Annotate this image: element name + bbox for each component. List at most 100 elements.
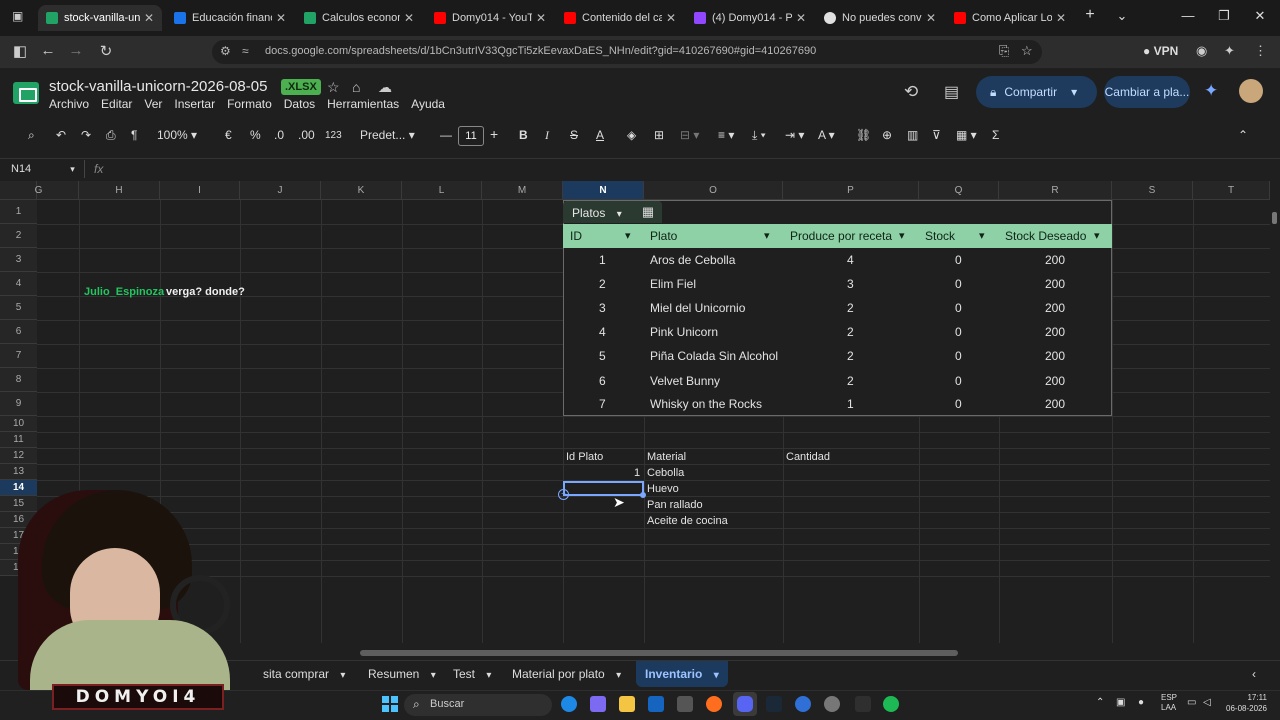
column-header[interactable]: S (1112, 181, 1193, 200)
column-menu-icon[interactable]: ▾ (899, 229, 905, 242)
row-header[interactable]: 4 (0, 272, 37, 296)
functions-icon[interactable]: Σ (992, 128, 999, 142)
table-cell[interactable]: 0 (955, 277, 962, 291)
extensions-icon[interactable]: ✦ (1224, 43, 1235, 59)
gemini-icon[interactable]: ✦ (1204, 81, 1218, 101)
firefox-icon[interactable] (706, 696, 722, 712)
paint-format-icon[interactable]: ¶ (131, 128, 137, 142)
sheet-tab-resumen[interactable]: Resumen ▾ (368, 667, 436, 681)
comments-icon[interactable]: ▤ (944, 82, 959, 102)
row-header[interactable]: 6 (0, 320, 37, 344)
microphone-icon[interactable]: ● (1138, 697, 1144, 708)
column-header-selected[interactable]: N (563, 181, 644, 200)
table-cell[interactable]: 3 (599, 301, 606, 315)
menu-editar[interactable]: Editar (101, 97, 132, 111)
table-cell[interactable]: Miel del Unicornio (650, 301, 745, 315)
profile-icon[interactable]: ◉ (1196, 43, 1207, 59)
row-header[interactable]: 7 (0, 344, 37, 368)
table-cell[interactable]: 0 (955, 325, 962, 339)
table-cell[interactable]: 7 (599, 397, 606, 411)
insert-link-icon[interactable]: ⛓ (856, 128, 871, 142)
row-header[interactable]: 12 (0, 448, 37, 464)
number-format-button[interactable]: 123 (325, 130, 342, 141)
tray-overflow-icon[interactable]: ⌃ (1096, 697, 1104, 708)
table-cell[interactable]: 200 (1045, 301, 1065, 315)
align-vertical-icon[interactable]: ⤓ ▾ (752, 128, 766, 143)
switch-plan-button[interactable]: Cambiar a pla... (1104, 76, 1190, 108)
table-cell[interactable]: 200 (1045, 349, 1065, 363)
row-drag-handle-icon[interactable]: + (558, 489, 569, 500)
decrease-decimals-button[interactable]: .0 (274, 128, 284, 142)
cell-material[interactable]: Huevo (647, 483, 679, 495)
language-indicator[interactable]: ESP LAA (1161, 693, 1177, 713)
mail-icon[interactable] (648, 696, 664, 712)
table-cell[interactable]: 1 (847, 397, 854, 411)
cell-username[interactable]: Julio_Espinoza (84, 286, 164, 298)
header-plato[interactable]: Plato (650, 229, 677, 243)
table-cell[interactable]: 5 (599, 349, 606, 363)
table-cell[interactable]: 0 (955, 349, 962, 363)
table-cell[interactable]: 2 (847, 301, 854, 315)
close-tab-icon[interactable]: ✕ (1056, 11, 1066, 25)
browser-tab-6[interactable]: (4) Domy014 - Produ ✕ (686, 5, 814, 31)
merge-cells-icon[interactable]: ⊟ ▾ (680, 128, 699, 142)
table-options-icon[interactable]: ▦ (634, 201, 662, 223)
row-header[interactable]: 11 (0, 432, 37, 448)
column-header[interactable]: T (1193, 181, 1270, 200)
browser-tab-2[interactable]: Educación financiera ✕ (166, 5, 294, 31)
zoom-select[interactable]: 100% ▾ (157, 128, 197, 142)
vpn-button[interactable]: ● VPN (1143, 44, 1178, 58)
strikethrough-icon[interactable]: S (570, 128, 578, 142)
tab-actions-icon[interactable]: ▣ (12, 9, 28, 25)
cloud-status-icon[interactable]: ☁ (378, 79, 392, 96)
table-cell[interactable]: 6 (599, 374, 606, 388)
search-menus-icon[interactable]: ⌕ (28, 128, 35, 143)
fill-color-icon[interactable]: ◈ (627, 128, 636, 142)
row-header[interactable]: 3 (0, 248, 37, 272)
browser-menu-icon[interactable]: ⋮ (1254, 43, 1267, 59)
insert-chart-icon[interactable]: ▥ (907, 128, 918, 142)
gamepad-icon[interactable]: ▣ (1116, 697, 1125, 708)
collapse-toolbar-icon[interactable]: ⌃ (1238, 128, 1248, 142)
column-menu-icon[interactable]: ▾ (1094, 229, 1100, 242)
row-header[interactable]: 8 (0, 368, 37, 392)
table-cell[interactable]: Piña Colada Sin Alcohol (650, 349, 778, 363)
minimize-icon[interactable]: — (1178, 8, 1198, 23)
menu-archivo[interactable]: Archivo (49, 97, 89, 111)
column-header[interactable]: I (160, 181, 240, 200)
copilot-icon[interactable] (590, 696, 606, 712)
sheet-tab-material-por-plato[interactable]: Material por plato ▾ (512, 667, 621, 681)
row-header[interactable]: 13 (0, 464, 37, 480)
close-tab-icon[interactable]: ✕ (144, 11, 154, 25)
install-app-icon[interactable]: ⎘ (999, 43, 1009, 59)
row-header[interactable]: 10 (0, 416, 37, 432)
cell-header-cantidad[interactable]: Cantidad (786, 451, 830, 463)
italic-icon[interactable]: I (545, 128, 549, 143)
print-icon[interactable]: ⎙ (106, 128, 116, 143)
taskbar-clock[interactable]: 17:11 06-08-2026 (1226, 692, 1267, 714)
stream-deck-icon[interactable] (855, 696, 871, 712)
url-text[interactable]: docs.google.com/spreadsheets/d/1bCn3utrI… (265, 45, 816, 57)
cell-message[interactable]: verga? donde? (166, 286, 245, 298)
column-header[interactable]: R (999, 181, 1112, 200)
sheet-tab-comprar[interactable]: sita comprar ▾ (263, 667, 345, 681)
volume-icon[interactable]: ◁ (1203, 697, 1211, 708)
scroll-tabs-left-icon[interactable]: ‹ (1252, 667, 1256, 681)
decrease-font-icon[interactable]: — (440, 128, 452, 142)
browser-tab-1[interactable]: stock-vanilla-unicor ✕ (38, 5, 162, 31)
increase-decimals-button[interactable]: .00 (298, 128, 315, 142)
table-cell[interactable]: Whisky on the Rocks (650, 397, 762, 411)
menu-herramientas[interactable]: Herramientas (327, 97, 399, 111)
cell-material[interactable]: Cebolla (647, 467, 684, 479)
table-cell[interactable]: 2 (847, 374, 854, 388)
header-stock-deseado[interactable]: Stock Deseado (1005, 229, 1086, 243)
sheet-tab-test[interactable]: Test ▾ (453, 667, 491, 681)
borders-icon[interactable]: ⊞ (654, 128, 664, 142)
currency-format-button[interactable]: € (225, 128, 232, 142)
table-cell[interactable]: 4 (847, 253, 854, 267)
avatar[interactable] (1239, 79, 1263, 103)
restore-icon[interactable]: ❐ (1214, 8, 1234, 24)
horizontal-scrollbar[interactable] (360, 650, 958, 656)
table-cell[interactable]: 2 (599, 277, 606, 291)
formula-input[interactable] (114, 162, 1214, 178)
